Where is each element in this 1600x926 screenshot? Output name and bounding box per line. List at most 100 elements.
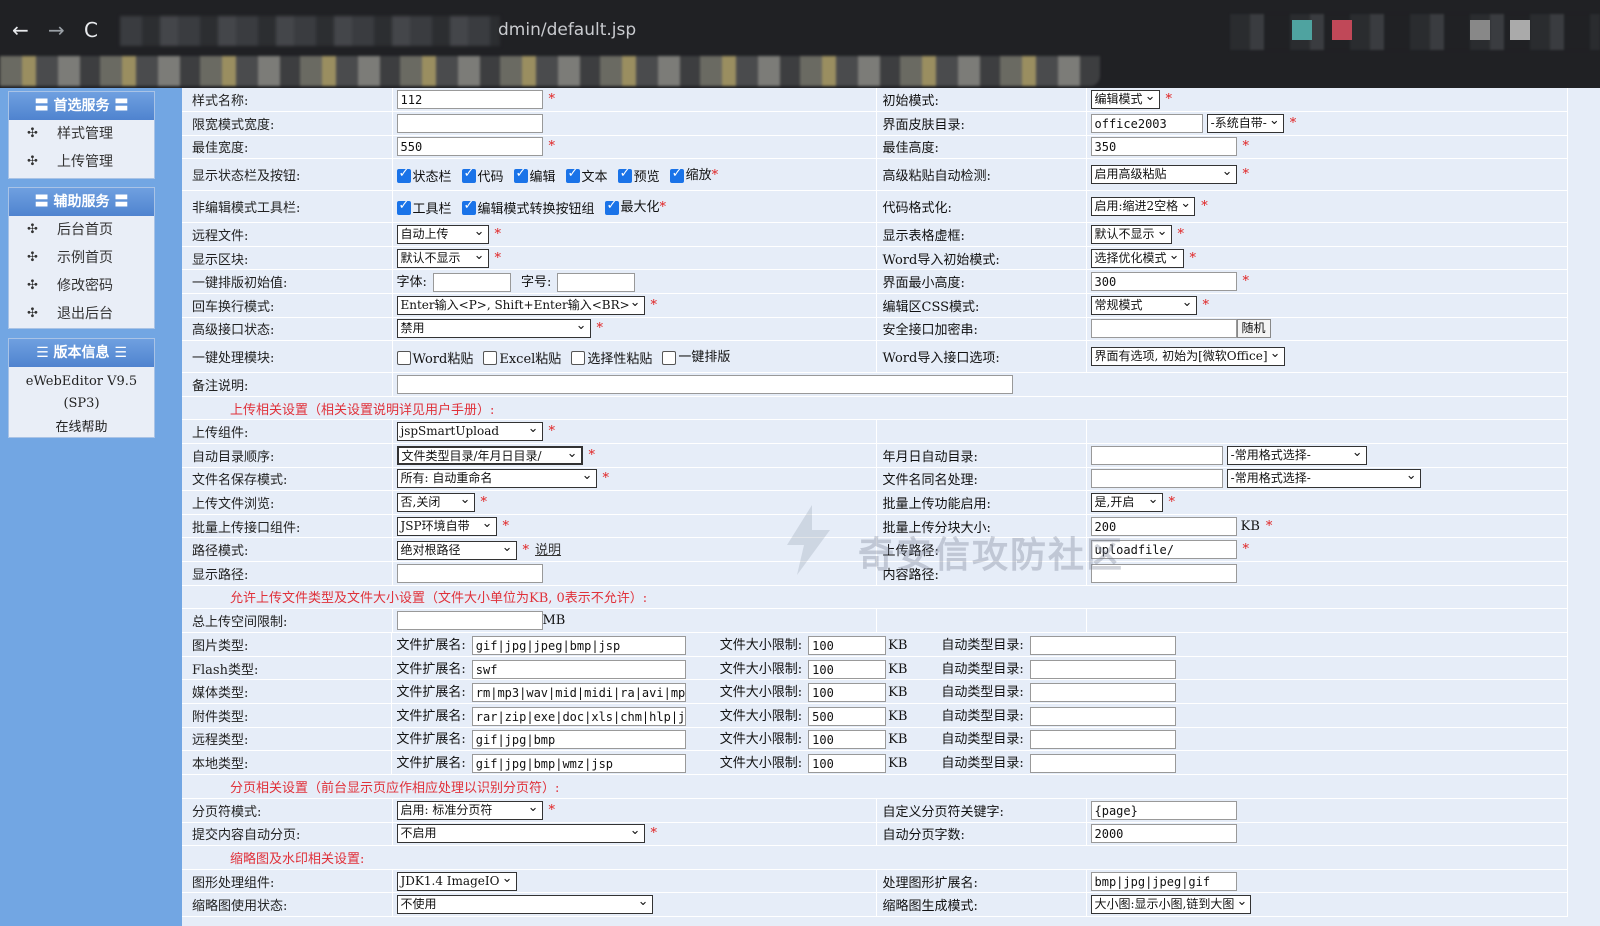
type-dir-input[interactable] <box>1029 635 1176 655</box>
size-input[interactable]: 500 <box>808 706 887 726</box>
font-input[interactable] <box>432 273 511 293</box>
size-input[interactable]: 100 <box>808 754 887 774</box>
statusbar-checkboxes: 状态栏代码编辑文本预览缩放* <box>392 158 877 192</box>
ext-input[interactable]: rar|zip|exe|doc|xls|chm|hlp|jsp <box>471 706 686 726</box>
url-blur <box>120 16 500 46</box>
type-dir-input[interactable] <box>1029 683 1176 703</box>
api-state-select[interactable]: 禁用 <box>396 319 591 339</box>
page-keyword-input[interactable]: {page} <box>1090 800 1237 820</box>
forward-icon[interactable]: → <box>48 18 65 42</box>
size-input[interactable]: 100 <box>808 730 887 750</box>
sidebar-item-logout[interactable]: ✣ 退出后台 <box>9 300 154 328</box>
init-mode-select[interactable]: 编辑模式 <box>1090 90 1160 110</box>
checkbox[interactable] <box>396 198 411 215</box>
path-mode-select[interactable]: 绝对根路径 <box>396 541 517 561</box>
remote-file-select[interactable]: 自动上传 <box>396 225 489 245</box>
font-size-input[interactable] <box>557 273 636 293</box>
label: 显示表格虚框: <box>876 222 1087 247</box>
url-text[interactable]: dmin/default.jsp <box>498 20 636 40</box>
batch-component-select[interactable]: JSP环境自带 <box>396 516 497 536</box>
extension-icon[interactable] <box>1332 20 1352 40</box>
checkbox[interactable] <box>483 350 498 365</box>
thumb-state-select[interactable]: 不使用 <box>396 895 653 915</box>
checkbox[interactable] <box>461 198 476 215</box>
date-dir-input[interactable] <box>1090 445 1223 465</box>
checkbox[interactable] <box>461 166 476 183</box>
word-api-select[interactable]: 界面有选项, 初始为[微软Office] <box>1090 347 1285 367</box>
page-chars-input[interactable]: 2000 <box>1090 824 1237 844</box>
random-button[interactable]: 随机 <box>1236 319 1271 339</box>
extension-icon[interactable] <box>1510 20 1530 40</box>
date-format-select[interactable]: -常用格式选择- <box>1226 445 1367 465</box>
sidebar-item-admin-home[interactable]: ✣ 后台首页 <box>9 216 154 244</box>
advanced-paste-select[interactable]: 启用高级粘贴 <box>1090 165 1237 185</box>
sidebar-item-upload-manage[interactable]: ✣ 上传管理 <box>9 148 154 176</box>
sidebar-item-change-password[interactable]: ✣ 修改密码 <box>9 272 154 300</box>
fixed-width-input[interactable] <box>396 113 543 133</box>
group-header: 〓 首选服务 〓 <box>9 92 154 120</box>
size-input[interactable]: 100 <box>808 683 887 703</box>
display-path-input[interactable] <box>396 563 543 583</box>
remark-input[interactable] <box>396 375 1013 395</box>
online-help-link[interactable]: 在线帮助 <box>9 415 154 439</box>
auto-page-select[interactable]: 不启用 <box>396 824 645 844</box>
ext-input[interactable]: gif|jpg|bmp|wmz|jsp <box>471 754 686 774</box>
filename-mode-select[interactable]: 所有: 自动重命名 <box>396 469 597 489</box>
best-width-input[interactable]: 550 <box>396 137 543 157</box>
checkbox[interactable] <box>669 166 684 183</box>
skin-dir-input[interactable]: office2003 <box>1090 113 1203 133</box>
auto-dir-order-select[interactable]: 文件类型目录/年月日目录/ <box>396 445 583 465</box>
size-label: 文件大小限制: <box>719 637 803 653</box>
secure-key-input[interactable] <box>1090 319 1237 339</box>
type-dir-input[interactable] <box>1029 706 1176 726</box>
chunk-size-input[interactable]: 200 <box>1090 516 1237 536</box>
extension-icon[interactable] <box>1470 20 1490 40</box>
checkbox[interactable] <box>604 198 619 215</box>
checkbox[interactable] <box>513 166 528 183</box>
sidebar-item-style-manage[interactable]: ✣ 样式管理 <box>9 120 154 148</box>
checkbox[interactable] <box>565 166 580 183</box>
sidebar-item-demo-home[interactable]: ✣ 示例首页 <box>9 244 154 272</box>
image-ext-input[interactable]: bmp|jpg|jpeg|gif <box>1090 871 1237 891</box>
checkbox[interactable] <box>571 350 586 365</box>
min-height-input[interactable]: 300 <box>1090 272 1237 292</box>
style-name-input[interactable]: 112 <box>396 90 543 110</box>
checkbox[interactable] <box>662 350 677 365</box>
total-space-input[interactable] <box>396 610 543 630</box>
ext-input[interactable]: swf <box>471 659 686 679</box>
word-import-select[interactable]: 选择优化模式 <box>1090 248 1184 268</box>
type-dir-input[interactable] <box>1029 730 1176 750</box>
type-dir-input[interactable] <box>1029 659 1176 679</box>
enter-mode-select[interactable]: Enter输入<P>, Shift+Enter输入<BR> <box>396 295 645 315</box>
extension-icon[interactable] <box>1292 20 1312 40</box>
label: 界面最小高度: <box>876 269 1087 295</box>
ext-input[interactable]: rm|mp3|wav|mid|midi|ra|avi|mpg <box>471 683 686 703</box>
ext-input[interactable]: gif|jpg|jpeg|bmp|jsp <box>471 635 686 655</box>
reload-icon[interactable]: C <box>84 18 98 42</box>
skin-select[interactable]: -系统自带- <box>1206 113 1284 133</box>
content-path-input[interactable] <box>1090 563 1237 583</box>
size-input[interactable]: 100 <box>808 659 887 679</box>
ext-input[interactable]: gif|jpg|bmp <box>471 730 686 750</box>
same-name-input[interactable] <box>1090 469 1223 489</box>
checkbox[interactable] <box>396 166 411 183</box>
image-component-select[interactable]: JDK1.4 ImageIO <box>396 871 517 891</box>
upload-component-select[interactable]: jspSmartUpload <box>396 422 543 442</box>
page-break-select[interactable]: 启用: 标准分页符 <box>396 800 543 820</box>
checkbox[interactable] <box>396 350 411 365</box>
batch-upload-select[interactable]: 是,开启 <box>1090 493 1163 513</box>
upload-path-input[interactable]: uploadfile/ <box>1090 540 1237 560</box>
show-block-select[interactable]: 默认不显示 <box>396 248 489 268</box>
css-mode-select[interactable]: 常规模式 <box>1090 295 1197 315</box>
checkbox[interactable] <box>617 166 632 183</box>
back-icon[interactable]: ← <box>12 18 29 42</box>
upload-browse-select[interactable]: 否,关闭 <box>396 493 475 513</box>
size-input[interactable]: 100 <box>808 635 887 655</box>
type-dir-input[interactable] <box>1029 754 1176 774</box>
best-height-input[interactable]: 350 <box>1090 137 1237 157</box>
thumb-mode-select[interactable]: 大小图:显示小图,链到大图 <box>1090 895 1252 915</box>
same-name-select[interactable]: -常用格式选择- <box>1226 469 1421 489</box>
help-link[interactable]: 说明 <box>535 543 561 558</box>
table-border-select[interactable]: 默认不显示 <box>1090 225 1172 245</box>
code-format-select[interactable]: 启用:缩进2空格 <box>1090 197 1196 217</box>
